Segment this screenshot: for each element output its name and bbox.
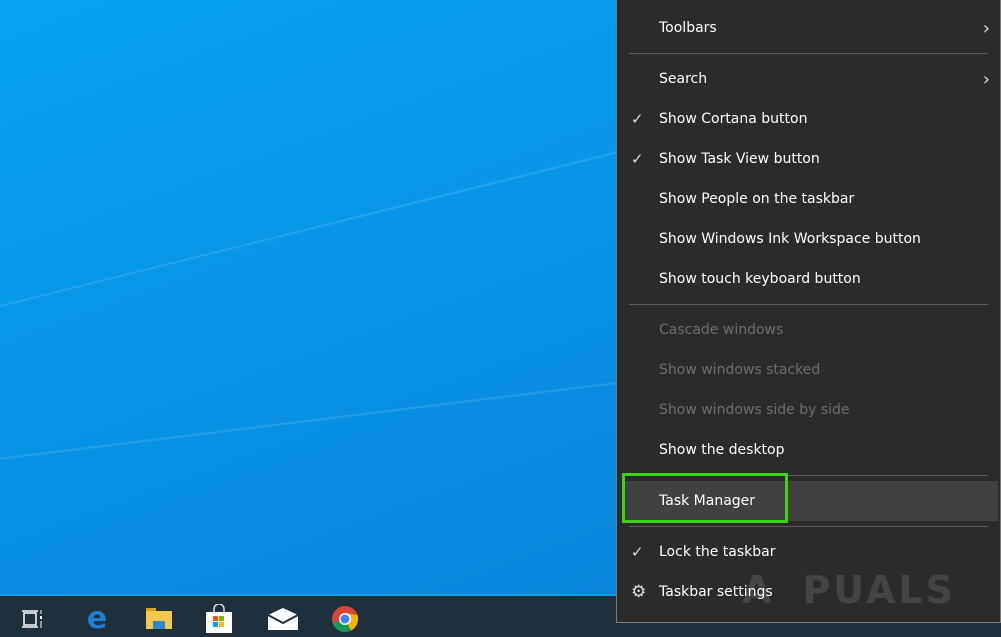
menu-item-show-ink[interactable]: Show Windows Ink Workspace button [617, 219, 1000, 259]
menu-item-label: Show touch keyboard button [659, 271, 861, 287]
mail-icon[interactable] [268, 604, 298, 634]
chevron-right-icon: › [982, 68, 990, 90]
menu-separator [629, 53, 988, 54]
menu-item-label: Task Manager [659, 493, 756, 509]
edge-icon[interactable]: e [82, 604, 112, 634]
menu-separator [629, 475, 988, 476]
menu-item-label: Show the desktop [659, 442, 785, 458]
gear-icon: ⚙ [631, 582, 647, 602]
menu-item-lock-taskbar[interactable]: ✓ Lock the taskbar [617, 532, 1000, 572]
menu-item-label: Toolbars [659, 20, 717, 36]
menu-item-show-task-view[interactable]: ✓ Show Task View button [617, 139, 1000, 179]
menu-separator [629, 526, 988, 527]
menu-item-taskbar-settings[interactable]: ⚙ Taskbar settings [617, 572, 1000, 612]
store-icon[interactable] [204, 604, 234, 634]
menu-item-label: Search [659, 71, 708, 87]
taskbar-context-menu: Toolbars › Search › ✓ Show Cortana button ✓… [616, 0, 1001, 623]
menu-separator [629, 304, 988, 305]
menu-item-windows-stacked: Show windows stacked [617, 350, 1000, 390]
menu-item-task-manager[interactable]: Task Manager [623, 481, 998, 521]
menu-item-cascade-windows: Cascade windows [617, 310, 1000, 350]
menu-item-label: Show windows stacked [659, 362, 821, 378]
menu-item-side-by-side: Show windows side by side [617, 390, 1000, 430]
menu-item-show-people[interactable]: Show People on the taskbar [617, 179, 1000, 219]
menu-item-search[interactable]: Search › [617, 59, 1000, 99]
menu-item-show-cortana[interactable]: ✓ Show Cortana button [617, 99, 1000, 139]
file-explorer-icon[interactable] [144, 604, 174, 634]
checkmark-icon: ✓ [631, 543, 644, 561]
chrome-icon[interactable] [330, 604, 360, 634]
menu-item-label: Show People on the taskbar [659, 191, 855, 207]
menu-item-label: Lock the taskbar [659, 544, 776, 560]
menu-item-show-touch-keyboard[interactable]: Show touch keyboard button [617, 259, 1000, 299]
menu-item-show-desktop[interactable]: Show the desktop [617, 430, 1000, 470]
checkmark-icon: ✓ [631, 150, 644, 168]
menu-item-label: Show Cortana button [659, 111, 808, 127]
menu-item-label: Taskbar settings [659, 584, 773, 600]
menu-item-label: Show windows side by side [659, 402, 850, 418]
task-view-icon[interactable] [18, 604, 48, 634]
menu-item-label: Show Windows Ink Workspace button [659, 231, 921, 247]
checkmark-icon: ✓ [631, 110, 644, 128]
menu-item-toolbars[interactable]: Toolbars › [617, 8, 1000, 48]
chevron-right-icon: › [982, 17, 990, 39]
menu-item-label: Cascade windows [659, 322, 784, 338]
menu-item-label: Show Task View button [659, 151, 820, 167]
